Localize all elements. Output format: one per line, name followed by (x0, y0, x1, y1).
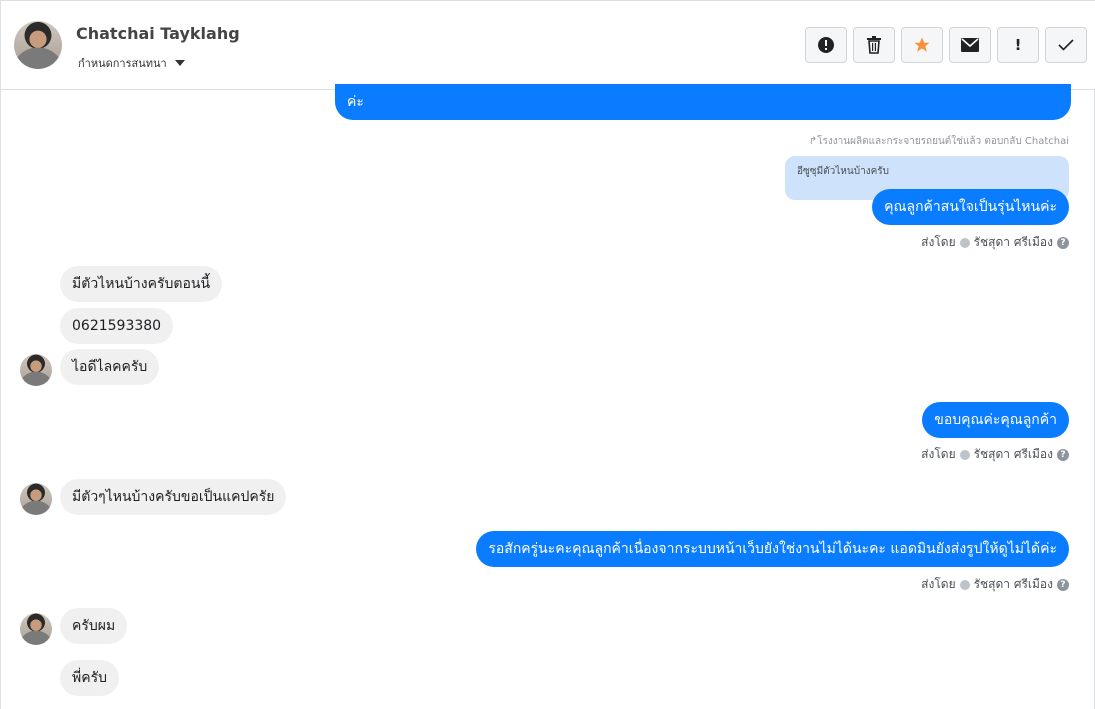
sent-by-label: ส่งโดย (921, 577, 956, 591)
agent-avatar-icon (959, 579, 970, 590)
star-icon (914, 37, 930, 52)
reply-indicator: ↱โรงงานผลิตและกระจายรถยนต์ใช่แล้ว ตอบกลั… (808, 136, 1069, 147)
envelope-icon (961, 38, 979, 52)
conversation-panel: Chatchai Tayklahg กำหนดการสนทนา ! ค่ะ ↱โ… (0, 0, 1095, 709)
caret-down-icon (174, 60, 185, 66)
incoming-message[interactable]: ไอดีไลคครับ (60, 349, 160, 385)
message-meta: ส่งโดย รัชสุดา ศรีเมือง ? (921, 445, 1069, 464)
contact-avatar[interactable] (14, 21, 62, 69)
mark-important-button[interactable]: ! (997, 27, 1039, 63)
agent-name[interactable]: รัชสุดา ศรีเมือง (974, 575, 1053, 594)
conversation-header: Chatchai Tayklahg กำหนดการสนทนา ! (1, 0, 1095, 90)
delete-button[interactable] (853, 27, 895, 63)
agent-name[interactable]: รัชสุดา ศรีเมือง (974, 445, 1053, 464)
contact-avatar-small[interactable] (20, 483, 52, 515)
help-icon[interactable]: ? (1057, 578, 1069, 591)
outgoing-message[interactable]: รอสักครู่นะคะคุณลูกค้าเนื่องจากระบบหน้าเ… (476, 531, 1069, 567)
message-meta: ส่งโดย รัชสุดา ศรีเมือง ? (921, 233, 1069, 252)
contact-avatar-small[interactable] (20, 354, 52, 386)
incoming-message[interactable]: พี่ครับ (60, 660, 119, 696)
star-button[interactable] (901, 27, 943, 63)
outgoing-message[interactable]: ค่ะ (335, 84, 1071, 120)
incoming-message[interactable]: มีตัวๆไหนบ้างครับขอเป็นแคปครัย (60, 479, 287, 515)
sent-by-label: ส่งโดย (921, 447, 956, 461)
trash-icon (867, 36, 881, 54)
contact-avatar-small[interactable] (20, 613, 52, 645)
incoming-message[interactable]: 0621593380 (60, 308, 174, 344)
contact-name[interactable]: Chatchai Tayklahg (76, 24, 240, 43)
mail-button[interactable] (949, 27, 991, 63)
conversation-settings-label: กำหนดการสนทนา (78, 57, 167, 70)
agent-name[interactable]: รัชสุดา ศรีเมือง (974, 233, 1053, 252)
help-icon[interactable]: ? (1057, 236, 1069, 249)
help-icon[interactable]: ? (1057, 448, 1069, 461)
check-icon (1058, 39, 1074, 51)
sent-by-label: ส่งโดย (921, 235, 956, 249)
report-button[interactable] (805, 27, 847, 63)
report-icon (818, 37, 834, 53)
conversation-settings-dropdown[interactable]: กำหนดการสนทนา (78, 54, 185, 72)
incoming-message[interactable]: มีตัวไหนบ้างครับตอนนี้ (60, 266, 223, 302)
agent-avatar-icon (959, 449, 970, 460)
action-toolbar: ! (805, 27, 1087, 63)
agent-avatar-icon (959, 237, 970, 248)
outgoing-message[interactable]: ขอบคุณค่ะคุณลูกค้า (922, 402, 1069, 438)
message-meta: ส่งโดย รัชสุดา ศรีเมือง ? (921, 575, 1069, 594)
mark-done-button[interactable] (1045, 27, 1087, 63)
incoming-message[interactable]: ครับผม (60, 608, 128, 644)
exclamation-icon: ! (1014, 36, 1022, 54)
outgoing-message[interactable]: คุณลูกค้าสนใจเป็นรุ่นไหนค่ะ (872, 189, 1069, 225)
